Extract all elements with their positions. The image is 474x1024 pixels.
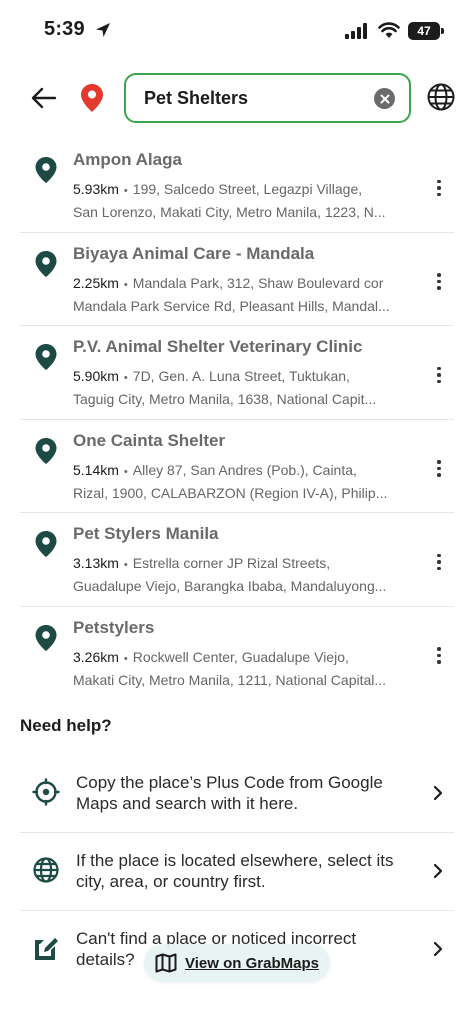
result-address: 5.93km • 199, Salcedo Street, Legazpi Vill…: [73, 181, 386, 220]
result-distance: 5.14km: [73, 461, 119, 478]
cellular-signal-icon: [345, 23, 367, 39]
result-name: Biyaya Animal Care - Mandala: [73, 243, 315, 263]
map-pin-icon: [35, 157, 57, 183]
location-arrow-icon: [96, 23, 110, 37]
result-distance: 2.25km: [73, 274, 119, 291]
results-list: Ampon Alaga 5.93km • 199, Salcedo Street, …: [0, 138, 474, 699]
result-address: 2.25km • Mandala Park, 312, Shaw Boulevard…: [73, 274, 390, 314]
view-on-map-button[interactable]: View on GrabMaps: [144, 944, 330, 982]
more-options-icon[interactable]: [430, 457, 448, 481]
result-distance: 5.90km: [73, 368, 119, 384]
status-time: 5:39: [44, 18, 85, 40]
more-options-icon[interactable]: [430, 176, 448, 200]
result-name: Petstylers: [73, 617, 155, 637]
edit-note-icon: [35, 938, 58, 960]
globe-icon[interactable]: [426, 82, 456, 112]
arrow-left-icon: [31, 87, 57, 109]
status-bar: 5:39 47: [0, 0, 474, 60]
map-pin-icon: [35, 344, 57, 370]
help-text: Copy the place’s Plus Code from Google M…: [76, 773, 383, 813]
close-icon: [380, 94, 389, 103]
crosshair-icon: [32, 778, 60, 806]
result-distance: 3.26km: [73, 648, 119, 665]
result-address: 5.90km • 7D, Gen. A. Luna Street, Tuktukan…: [73, 368, 377, 407]
result-name: Ampon Alaga: [73, 150, 182, 169]
result-item[interactable]: Petstylers 3.26km • Rockwell Center, Guada…: [0, 605, 474, 700]
chevron-right-icon: [433, 941, 443, 957]
battery-indicator: 47: [408, 22, 444, 40]
result-name: One Cainta Shelter: [73, 430, 226, 450]
search-field[interactable]: [124, 73, 411, 123]
help-text: If the place is located elsewhere, selec…: [76, 851, 394, 891]
more-options-icon[interactable]: [430, 270, 448, 294]
search-header: [0, 66, 474, 130]
result-item[interactable]: Ampon Alaga 5.93km • 199, Salcedo Street, …: [0, 138, 474, 232]
more-options-icon[interactable]: [430, 363, 448, 387]
map-pin-icon: [35, 437, 57, 464]
globe-icon: [33, 857, 59, 883]
result-address: 3.26km • Rockwell Center, Guadalupe Viejo,…: [73, 648, 387, 688]
result-name: Pet Stylers Manila: [73, 524, 219, 543]
view-on-map-label: View on GrabMaps: [185, 954, 319, 972]
help-item-select-area[interactable]: If the place is located elsewhere, selec…: [0, 832, 474, 910]
help-title: Need help?: [20, 716, 112, 735]
result-name: P.V. Animal Shelter Veterinary Clinic: [73, 337, 363, 356]
map-pin-icon: [35, 250, 57, 277]
result-item[interactable]: One Cainta Shelter 5.14km • Alley 87, San …: [0, 418, 474, 513]
more-options-icon[interactable]: [430, 550, 448, 574]
map-icon: [155, 953, 177, 973]
location-pin-icon: [81, 84, 103, 112]
map-pin-icon: [35, 624, 57, 651]
help-item-plus-code[interactable]: Copy the place’s Plus Code from Google M…: [0, 754, 474, 832]
more-options-icon[interactable]: [430, 644, 448, 668]
clear-search-button[interactable]: [374, 88, 395, 109]
chevron-right-icon: [433, 863, 443, 879]
result-item[interactable]: Pet Stylers Manila 3.13km • Estrella corne…: [0, 512, 474, 606]
result-address: 5.14km • Alley 87, San Andres (Pob.), Cain…: [73, 461, 388, 501]
result-distance: 3.13km: [73, 555, 119, 571]
result-distance: 5.93km: [73, 181, 119, 197]
result-address: 3.13km • Estrella corner JP Rizal Streets,…: [73, 555, 387, 594]
result-item[interactable]: Biyaya Animal Care - Mandala 2.25km • Mand…: [0, 231, 474, 326]
result-item[interactable]: P.V. Animal Shelter Veterinary Clinic 5.…: [0, 325, 474, 419]
map-pin-icon: [35, 531, 57, 557]
wifi-icon: [378, 22, 400, 38]
back-button[interactable]: [26, 80, 62, 116]
chevron-right-icon: [433, 785, 443, 801]
search-input[interactable]: [144, 88, 364, 109]
